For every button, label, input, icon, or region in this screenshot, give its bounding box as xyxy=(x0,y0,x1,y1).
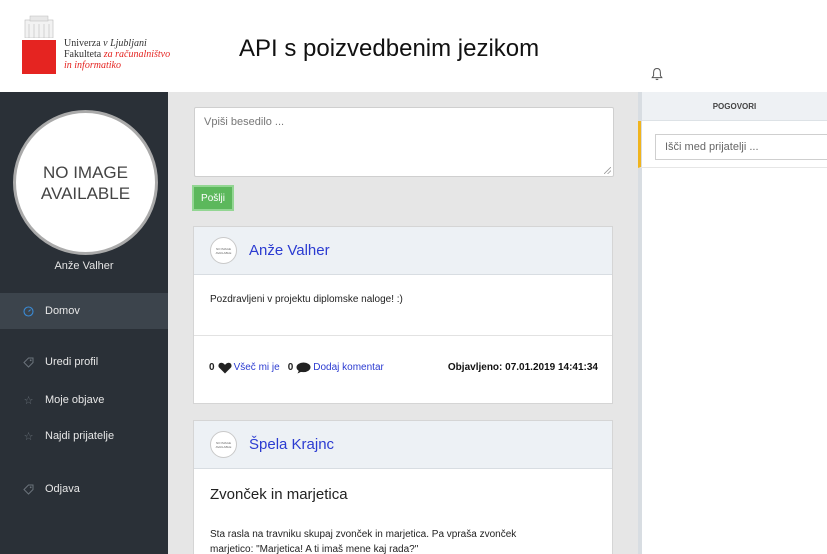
compose-textarea[interactable]: Vpiši besedilo ... xyxy=(194,107,614,177)
heart-icon[interactable] xyxy=(218,362,232,374)
author-avatar: NO IMAGE AVAILABLE xyxy=(210,431,237,458)
profile-avatar: NO IMAGE AVAILABLE xyxy=(13,110,158,255)
sidebar-item-label: Najdi prijatelje xyxy=(45,430,115,442)
bell-icon[interactable] xyxy=(651,67,663,81)
post-text: Sta rasla na travniku skupaj zvonček in … xyxy=(210,529,517,554)
comment-icon[interactable] xyxy=(296,362,311,374)
friend-search-wrap: Išči med prijatelji ... xyxy=(638,121,827,168)
star-icon: ☆ xyxy=(23,394,34,407)
send-button[interactable]: Pošlji xyxy=(192,185,234,211)
like-count: 0 xyxy=(209,362,215,373)
friend-search-input[interactable]: Išči med prijatelji ... xyxy=(655,134,827,160)
sidebar-item-moje-objave[interactable]: ☆ Moje objave xyxy=(0,382,168,418)
sidebar-item-najdi-prijatelje[interactable]: ☆ Najdi prijatelje xyxy=(0,418,168,454)
post-author-link[interactable]: Špela Krajnc xyxy=(249,436,334,453)
sidebar-user-name: Anže Valher xyxy=(54,260,114,272)
resize-handle-icon[interactable] xyxy=(604,167,611,174)
tag-icon xyxy=(22,483,35,496)
sidebar-item-uredi-profil[interactable]: Uredi profil xyxy=(0,344,168,380)
post-footer: 0 Všeč mi je 0 Dodaj komentar Objavljeno… xyxy=(194,335,612,399)
post-header: NO IMAGE AVAILABLE Anže Valher xyxy=(194,227,612,275)
like-link[interactable]: Všeč mi je xyxy=(234,362,280,373)
header: Univerza v Ljubljani Fakulteta za računa… xyxy=(0,0,827,92)
author-avatar: NO IMAGE AVAILABLE xyxy=(210,237,237,264)
sidebar-item-domov[interactable]: Domov xyxy=(0,293,168,329)
gauge-icon xyxy=(22,305,35,318)
sidebar-item-label: Uredi profil xyxy=(45,356,99,368)
sidebar: NO IMAGE AVAILABLE Anže Valher Domov Ure… xyxy=(0,92,168,554)
star-icon: ☆ xyxy=(23,430,34,443)
sidebar-item-odjava[interactable]: Odjava xyxy=(0,471,168,507)
post-date: Objavljeno: 07.01.2019 14:41:34 xyxy=(447,362,598,373)
sidebar-item-label: Domov xyxy=(45,305,80,317)
logo-text: Univerza v Ljubljani Fakulteta za računa… xyxy=(64,38,171,71)
page-title: API s poizvedbenim jezikom xyxy=(239,35,540,62)
sidebar-item-label: Odjava xyxy=(45,483,80,495)
post-header: NO IMAGE AVAILABLE Špela Krajnc xyxy=(194,421,612,469)
conversations-header: POGOVORI xyxy=(642,92,827,121)
crest-icon xyxy=(24,15,54,38)
add-comment-link[interactable]: Dodaj komentar xyxy=(313,362,384,373)
feed: Vpiši besedilo ... Pošlji NO IMAGE AVAIL… xyxy=(168,92,638,554)
logo-red-block xyxy=(22,40,56,74)
comment-count: 0 xyxy=(287,362,294,373)
university-logo[interactable]: Univerza v Ljubljani Fakulteta za računa… xyxy=(22,14,192,76)
post-author-link[interactable]: Anže Valher xyxy=(249,242,330,259)
post-body: Pozdravljeni v projektu diplomske naloge… xyxy=(210,294,403,305)
post-card: NO IMAGE AVAILABLE Špela Krajnc Zvonček … xyxy=(193,420,613,554)
tag-icon xyxy=(22,356,35,369)
conversations-panel: POGOVORI Išči med prijatelji ... xyxy=(638,92,827,554)
post-card: NO IMAGE AVAILABLE Anže Valher Pozdravlj… xyxy=(193,226,613,404)
compose-placeholder: Vpiši besedilo ... xyxy=(204,116,285,128)
sidebar-item-label: Moje objave xyxy=(45,394,105,406)
post-title: Zvonček in marjetica xyxy=(210,486,348,503)
